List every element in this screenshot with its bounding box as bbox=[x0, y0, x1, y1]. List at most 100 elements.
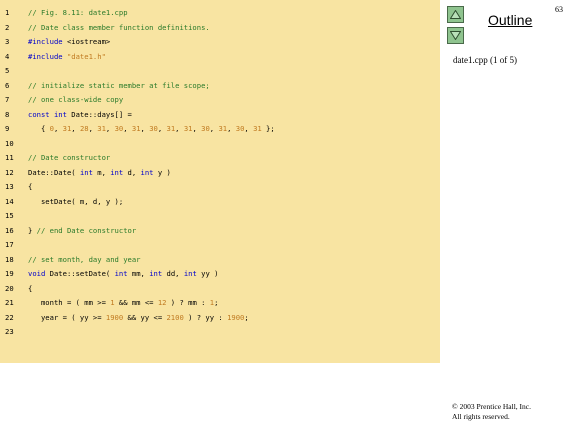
code-line: 6 // initialize static member at file sco… bbox=[0, 79, 440, 93]
line-number: 18 bbox=[5, 254, 14, 264]
code-token: ; bbox=[214, 298, 219, 307]
code-token: setDate( m, d, y ); bbox=[28, 196, 124, 206]
line-number: 2 bbox=[5, 22, 10, 32]
code-token: { bbox=[28, 124, 50, 133]
code-token: year = ( yy >= bbox=[28, 312, 106, 322]
code-line: 18 // set month, day and year bbox=[0, 253, 440, 267]
code-line: 9 { 0, 31, 28, 31, 30, 31, 30, 31, 31, 3… bbox=[0, 122, 440, 136]
code-token: , bbox=[244, 124, 254, 133]
code-token: 31 bbox=[253, 124, 262, 133]
code-line: 4 #include "date1.h" bbox=[0, 50, 440, 64]
page-number: 63 bbox=[555, 5, 563, 14]
code-text: // Date constructor bbox=[28, 151, 110, 165]
code-line: 13 { bbox=[0, 180, 440, 194]
code-token: , bbox=[157, 124, 167, 133]
code-token: int bbox=[114, 269, 128, 278]
line-number: 17 bbox=[5, 240, 14, 249]
code-token: 31 bbox=[97, 124, 106, 133]
code-token: , bbox=[105, 124, 115, 133]
code-text: year = ( yy >= 1900 && yy <= 2100 ) ? yy… bbox=[28, 311, 249, 325]
code-line: 16} // end Date constructor bbox=[0, 224, 440, 238]
code-text: { bbox=[28, 282, 32, 296]
code-token: yy ) bbox=[196, 269, 219, 278]
code-token: && mm <= bbox=[114, 298, 158, 307]
code-line: 5 bbox=[0, 64, 440, 78]
code-token: // end Date constructor bbox=[36, 225, 137, 235]
code-token: 31 bbox=[131, 124, 141, 133]
code-text: // one class-wide copy bbox=[28, 93, 123, 107]
code-text: const int Date::days[] = bbox=[28, 108, 132, 122]
code-text: void Date::setDate( int mm, int dd, int … bbox=[28, 267, 218, 281]
code-token: int bbox=[149, 269, 163, 278]
code-token: } bbox=[28, 225, 37, 235]
code-text: month = ( mm >= 1 && mm <= 12 ) ? mm : 1… bbox=[28, 296, 218, 310]
line-number: 14 bbox=[5, 196, 14, 206]
code-token: 2100 bbox=[166, 312, 184, 322]
code-token: // Date class member function definition… bbox=[28, 22, 210, 32]
code-text: // Date class member function definition… bbox=[28, 21, 210, 35]
code-token: 30 bbox=[114, 124, 124, 133]
code-token: 1900 bbox=[105, 312, 124, 322]
line-number: 23 bbox=[5, 327, 14, 336]
code-token: const int bbox=[28, 109, 67, 119]
next-slide-button[interactable] bbox=[447, 27, 464, 44]
code-token: Date::setDate( bbox=[45, 269, 115, 278]
code-line: 22 year = ( yy >= 1900 && yy <= 2100 ) ?… bbox=[0, 311, 440, 325]
rights-line: All rights reserved. bbox=[452, 412, 510, 421]
line-number: 21 bbox=[5, 298, 14, 307]
code-token: m, bbox=[92, 167, 111, 177]
code-token: ) ? mm : bbox=[166, 298, 210, 307]
code-text: } // end Date constructor bbox=[28, 224, 136, 238]
code-text: // set month, day and year bbox=[28, 253, 141, 267]
code-line: 8 const int Date::days[] = bbox=[0, 108, 440, 122]
code-line: 14 setDate( m, d, y ); bbox=[0, 195, 440, 209]
previous-slide-button[interactable] bbox=[447, 6, 464, 23]
code-text: #include "date1.h" bbox=[28, 50, 106, 64]
code-token: ; bbox=[244, 312, 249, 322]
triangle-down-icon bbox=[450, 31, 461, 40]
line-number: 11 bbox=[5, 153, 14, 162]
line-number: 1 bbox=[5, 8, 10, 17]
line-number: 5 bbox=[5, 66, 10, 75]
code-token: d, bbox=[123, 167, 141, 177]
code-token: 31 bbox=[166, 124, 176, 133]
code-line: 7 // one class-wide copy bbox=[0, 93, 440, 107]
code-token: , bbox=[227, 124, 236, 133]
line-number: 15 bbox=[5, 211, 14, 220]
code-token: && yy <= bbox=[123, 312, 167, 322]
code-token: int bbox=[79, 167, 93, 177]
triangle-up-icon bbox=[450, 10, 461, 19]
line-number: 4 bbox=[5, 51, 10, 61]
code-line: 17 bbox=[0, 238, 440, 252]
code-token: 28 bbox=[79, 124, 89, 133]
line-number: 13 bbox=[5, 182, 14, 191]
code-token: dd, bbox=[162, 269, 184, 278]
code-token: , bbox=[123, 124, 132, 133]
code-token: , bbox=[53, 124, 63, 133]
code-panel: 1 // Fig. 8.11: date1.cpp 2 // Date class m… bbox=[0, 0, 440, 363]
code-token: #include bbox=[28, 51, 63, 61]
code-token: 31 bbox=[62, 124, 72, 133]
code-text: // initialize static member at file scop… bbox=[28, 79, 210, 93]
file-label: date1.cpp (1 of 5) bbox=[453, 55, 517, 65]
line-number: 9 bbox=[5, 124, 10, 133]
code-token: <iostream> bbox=[62, 37, 111, 46]
code-token: ) ? yy : bbox=[183, 312, 228, 322]
code-line: 12 Date::Date( int m, int d, int y ) bbox=[0, 166, 440, 180]
outline-link[interactable]: Outline bbox=[488, 12, 532, 28]
code-line: 23 bbox=[0, 325, 440, 339]
line-number: 20 bbox=[5, 283, 14, 293]
line-number: 6 bbox=[5, 80, 10, 90]
code-text: setDate( m, d, y ); bbox=[28, 195, 123, 209]
code-token: { bbox=[28, 283, 33, 293]
code-token: Date::Date( bbox=[28, 167, 80, 177]
code-token: y ) bbox=[153, 167, 171, 177]
line-number: 10 bbox=[5, 138, 14, 148]
code-token: month = ( mm >= bbox=[28, 298, 111, 307]
code-line: 3 #include <iostream> bbox=[0, 35, 440, 49]
line-number: 16 bbox=[5, 225, 14, 235]
code-text: { bbox=[28, 180, 32, 194]
code-line: 10 bbox=[0, 137, 440, 151]
line-number: 7 bbox=[5, 95, 10, 104]
code-token: { bbox=[28, 182, 33, 191]
